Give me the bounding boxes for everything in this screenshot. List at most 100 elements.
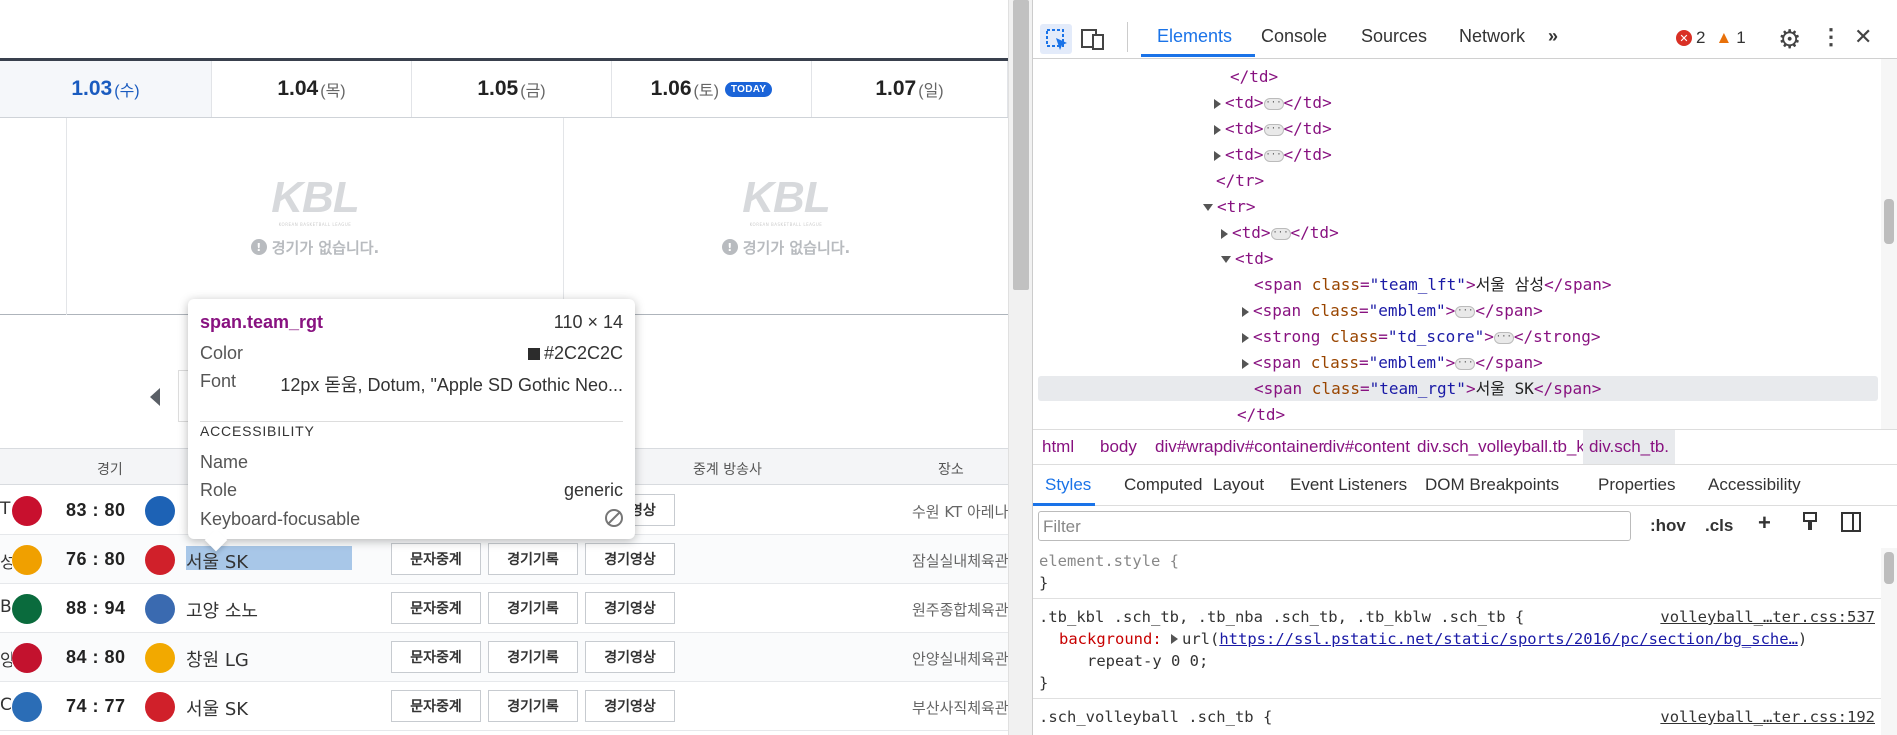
left-team-name: T [0,499,11,519]
text-relay-button[interactable]: 문자중계 [391,592,481,624]
collapse-arrow-icon[interactable] [1203,204,1213,211]
device-toolbar-icon[interactable] [1080,27,1106,56]
breadcrumb-item[interactable]: html [1042,437,1074,457]
styles-scrollbar[interactable] [1881,548,1897,735]
game-video-button[interactable]: 경기영상 [585,592,675,624]
dom-line[interactable]: </td> [1230,65,1278,89]
subtab-properties[interactable]: Properties [1598,475,1675,495]
pager-box [178,370,188,422]
rule-divider [1033,598,1881,599]
prev-arrow-icon[interactable] [150,388,160,406]
game-record-button[interactable]: 경기기록 [488,543,578,575]
dom-line-selected[interactable]: <span class="team_rgt">서울 SK</span> [1254,377,1601,401]
tab-sources[interactable]: Sources [1361,26,1427,47]
new-rule-icon[interactable]: + [1758,510,1771,536]
right-team-name: 서울 SK [186,699,249,720]
text-relay-button[interactable]: 문자중계 [391,641,481,673]
styles-filter-input[interactable]: Filter [1038,511,1631,541]
date-tab[interactable]: 1.04 (목) [212,61,412,117]
expand-arrow-icon[interactable] [1242,358,1249,369]
role-value: generic [563,480,623,500]
game-video-button[interactable]: 경기영상 [585,690,675,722]
breadcrumb: html body div#wrap div#container div#content… [1033,429,1897,465]
date-tab[interactable]: 1.03 (수) [0,61,212,117]
expand-arrow-icon[interactable] [1214,98,1221,109]
more-tabs-icon[interactable]: » [1548,26,1558,47]
dom-scrollbar[interactable] [1881,59,1897,429]
dom-line[interactable]: <span class="emblem"> ··· </span> [1242,351,1543,375]
rule1-source-link[interactable]: volleyball_…ter.css:537 [1660,608,1875,626]
breadcrumb-item[interactable]: div#container [1223,437,1324,457]
dom-line[interactable]: <tr> [1203,195,1256,219]
date-tab[interactable]: 1.05 (금) [412,61,612,117]
rule1-declaration[interactable]: background: url(https://ssl.pstatic.net/… [1059,630,1807,648]
element-style-rule[interactable]: element.style { [1039,552,1179,570]
dom-line[interactable]: </tr> [1216,169,1264,193]
game-video-button[interactable]: 경기영상 [585,641,675,673]
dom-scrollbar-thumb[interactable] [1884,199,1894,244]
hov-toggle[interactable]: :hov [1650,516,1686,536]
settings-gear-icon[interactable]: ⚙ [1778,24,1801,55]
active-tab-underline [1141,54,1255,57]
tooltip-color-row: Color #2C2C2C [200,343,623,364]
table-row: C 74 : 77 서울 SK 문자중계 경기기록 경기영상 부산사직체육관 [0,682,1008,731]
tab-console[interactable]: Console [1261,26,1327,47]
expand-arrow-icon[interactable] [1171,634,1178,644]
tooltip-font-row: Font 12px 돋움, Dotum, "Apple SD Gothic Ne… [200,371,623,397]
dom-line[interactable]: </td> [1237,403,1285,427]
paint-brush-icon[interactable] [1801,512,1819,537]
rule1-url-link[interactable]: https://ssl.pstatic.net/static/sports/20… [1219,630,1798,648]
subtab-styles[interactable]: Styles [1045,475,1091,495]
sidebar-toggle-icon[interactable] [1841,512,1861,537]
dom-line[interactable]: <span class="emblem"> ··· </span> [1242,299,1543,323]
expand-arrow-icon[interactable] [1214,124,1221,135]
dom-line[interactable]: <span class="team_lft">서울 삼성</span> [1254,273,1612,297]
page-scrollbar[interactable] [1008,0,1032,735]
tooltip-keyboard-row: Keyboard-focusable [200,509,623,530]
breadcrumb-item[interactable]: div.sch_tb. [1583,430,1676,464]
errors-badge[interactable]: ✕ 2 ▲ 1 [1676,28,1746,48]
dom-line[interactable]: <td> [1221,247,1274,271]
expand-arrow-icon[interactable] [1242,332,1249,343]
dom-line[interactable]: <strong class="td_score"> ··· </strong> [1242,325,1601,349]
date-tab[interactable]: 1.06 (토) TODAY [612,61,812,117]
rule2-source-link[interactable]: volleyball_…ter.css:192 [1660,708,1875,726]
dom-line[interactable]: <td> ··· </td> [1214,117,1332,141]
dom-line[interactable]: <td> ··· </td> [1214,143,1332,167]
cls-toggle[interactable]: .cls [1705,516,1733,536]
date-tab[interactable]: 1.07 (일) [812,61,1008,117]
expand-arrow-icon[interactable] [1214,150,1221,161]
tab-elements[interactable]: Elements [1157,26,1232,47]
subtab-dom-breakpoints[interactable]: DOM Breakpoints [1425,475,1559,495]
rule2-selector[interactable]: .sch_volleyball .sch_tb { [1039,708,1272,726]
collapse-arrow-icon[interactable] [1221,256,1231,263]
more-options-icon[interactable]: ⋮ [1820,24,1842,50]
left-team-emblem-icon [12,496,42,526]
game-record-button[interactable]: 경기기록 [488,641,578,673]
page-scrollbar-thumb[interactable] [1013,0,1029,290]
text-relay-button[interactable]: 문자중계 [391,543,481,575]
dom-line[interactable]: <td> ··· </td> [1221,221,1339,245]
game-record-button[interactable]: 경기기록 [488,592,578,624]
subtab-accessibility[interactable]: Accessibility [1708,475,1801,495]
styles-scrollbar-thumb[interactable] [1884,552,1894,584]
expand-arrow-icon[interactable] [1242,306,1249,317]
breadcrumb-item[interactable]: div.sch_volleyball.tb_kbl [1417,437,1598,457]
rule-close: } [1039,674,1049,692]
subtab-layout[interactable]: Layout [1213,475,1264,495]
expand-arrow-icon[interactable] [1221,228,1228,239]
rule1-selector[interactable]: .tb_kbl .sch_tb, .tb_nba .sch_tb, .tb_kb… [1039,608,1524,626]
close-devtools-icon[interactable]: ✕ [1854,24,1872,50]
today-badge: TODAY [724,81,773,97]
subtab-computed[interactable]: Computed [1124,475,1202,495]
game-video-button[interactable]: 경기영상 [585,543,675,575]
subtab-event-listeners[interactable]: Event Listeners [1290,475,1407,495]
text-relay-button[interactable]: 문자중계 [391,690,481,722]
inspect-element-icon[interactable] [1040,24,1072,54]
dom-line[interactable]: <td> ··· </td> [1214,91,1332,115]
tab-network[interactable]: Network [1459,26,1525,47]
game-record-button[interactable]: 경기기록 [488,690,578,722]
breadcrumb-item[interactable]: div#wrap [1155,437,1223,457]
breadcrumb-item[interactable]: body [1100,437,1137,457]
breadcrumb-item[interactable]: div#content [1323,437,1410,457]
